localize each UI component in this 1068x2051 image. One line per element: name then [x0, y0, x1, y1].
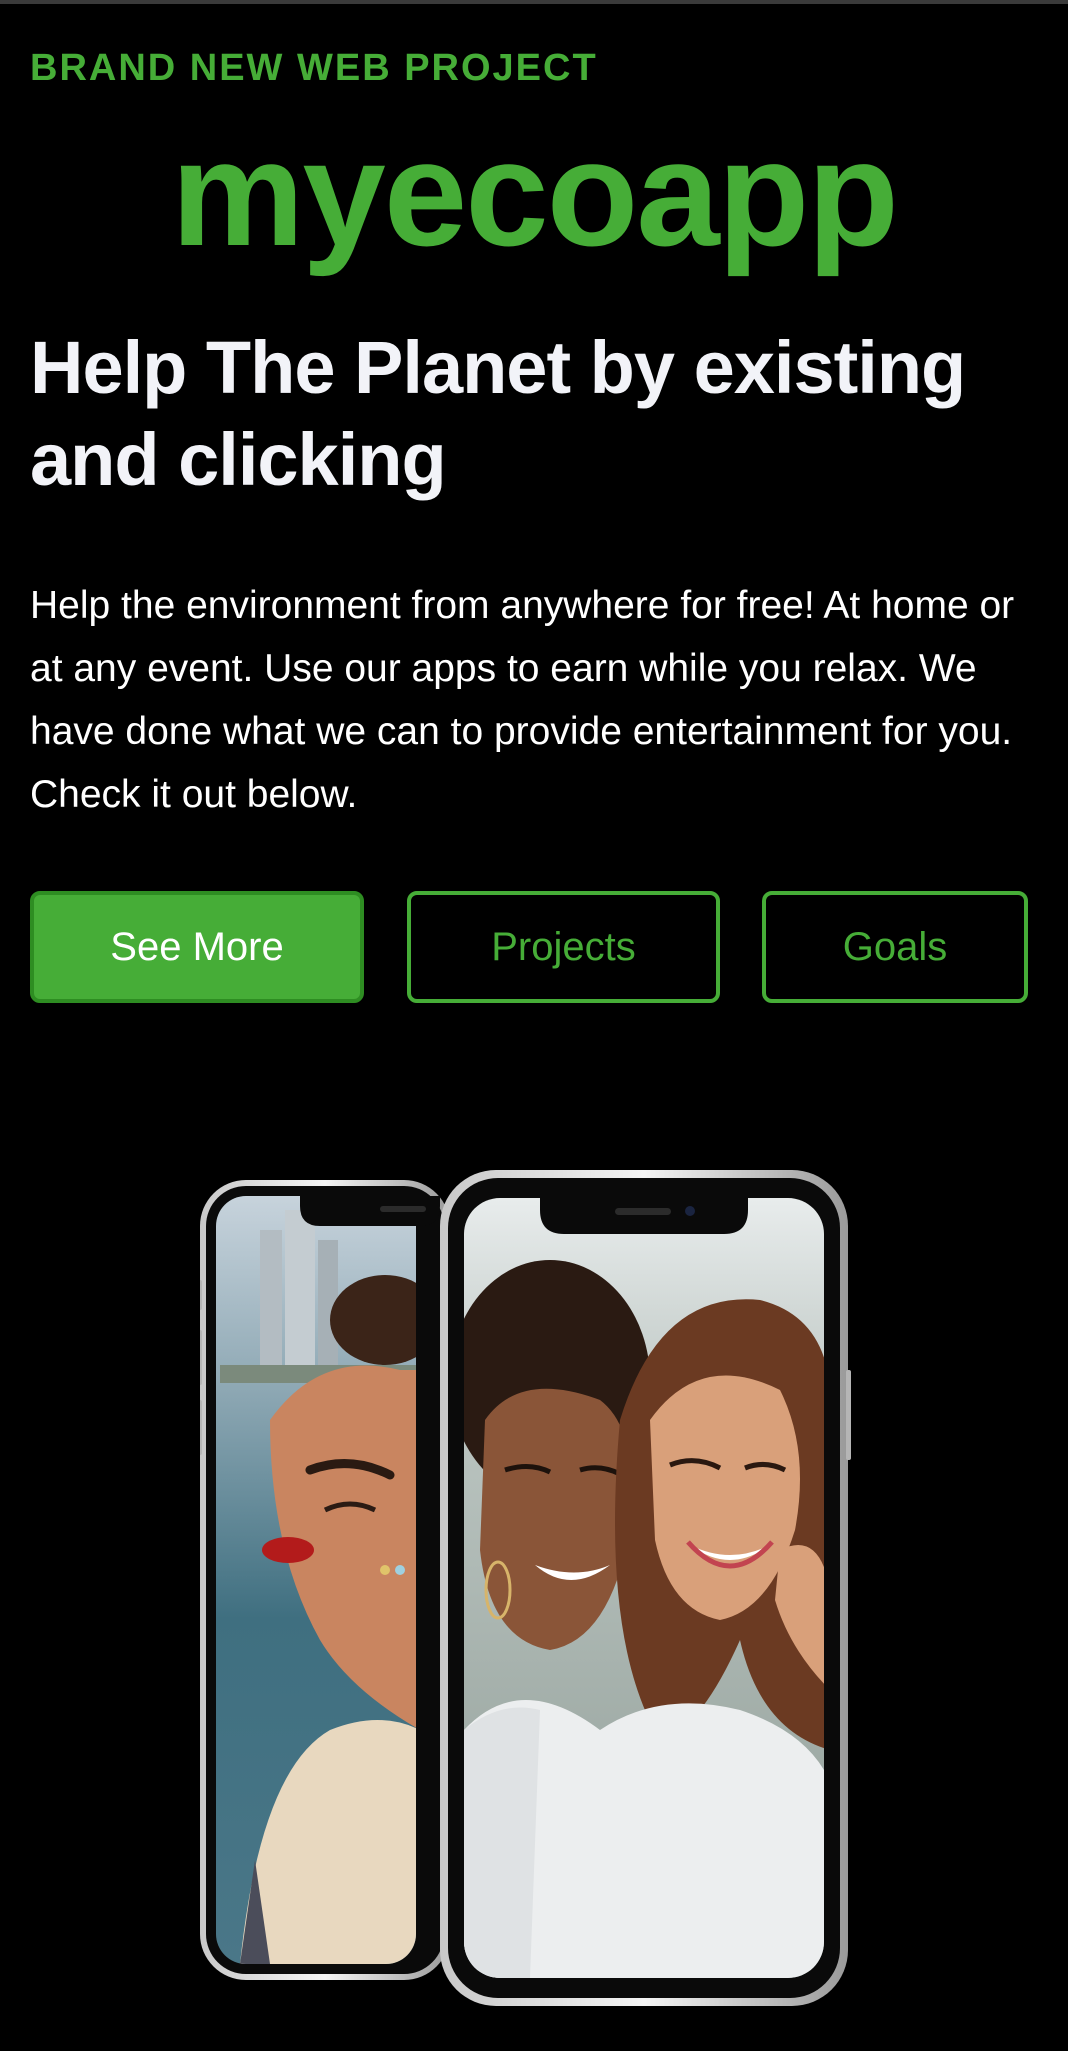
brand-logo-text: myecoapp: [171, 109, 899, 277]
eyebrow-label: BRAND NEW WEB PROJECT: [30, 47, 598, 89]
projects-button[interactable]: Projects: [407, 891, 720, 1003]
back-phone: [196, 1180, 450, 1980]
page-headline: Help The Planet by existing and clicking: [30, 326, 966, 501]
top-border: [0, 0, 1068, 4]
goals-button[interactable]: Goals: [762, 891, 1028, 1003]
hero-description: Help the environment from anywhere for f…: [30, 584, 1015, 816]
see-more-button[interactable]: See More: [30, 891, 364, 1003]
front-phone: [440, 1170, 851, 2006]
phone-mockup-showcase: [196, 1170, 860, 2010]
